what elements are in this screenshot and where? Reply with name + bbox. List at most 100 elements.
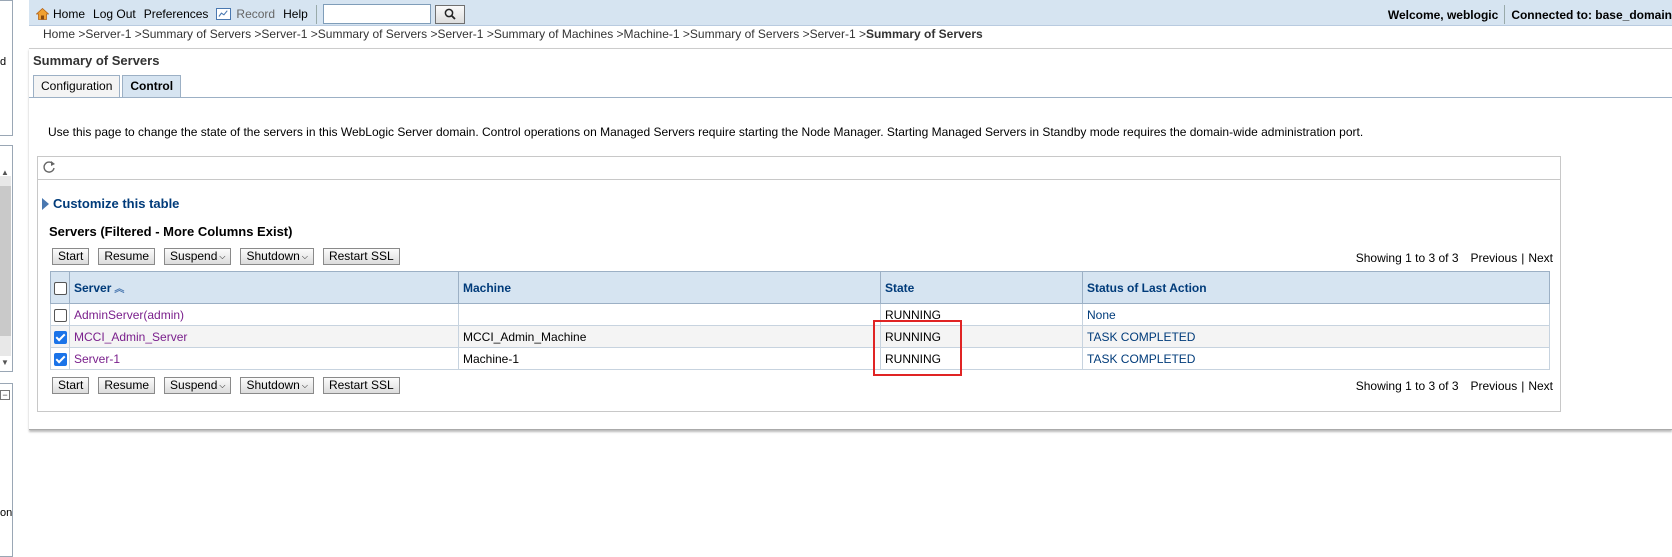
- row-checkbox[interactable]: [53, 308, 67, 322]
- previous-link[interactable]: Previous: [1471, 379, 1518, 393]
- previous-link[interactable]: Previous: [1471, 251, 1518, 265]
- servers-table: Server ︽ Machine State Status of Last Act…: [50, 271, 1550, 370]
- tab-divider: [29, 97, 1672, 98]
- suspend-button[interactable]: Suspend ⌵: [164, 248, 232, 265]
- home-link[interactable]: Home: [36, 7, 85, 21]
- select-all-cell: [50, 271, 70, 304]
- help-link[interactable]: Help: [283, 7, 308, 21]
- resume-button[interactable]: Resume: [98, 248, 156, 265]
- tab-bar: Configuration Control: [33, 75, 183, 97]
- row-checkbox[interactable]: [53, 352, 67, 366]
- action-buttons-top: Start Resume Suspend ⌵ Shutdown ⌵ Restart …: [52, 248, 409, 265]
- server-cell: AdminServer(admin): [69, 303, 459, 326]
- paging-status: Showing 1 to 3 of 3: [1355, 379, 1459, 393]
- page-description: Use this page to change the state of the…: [48, 125, 1364, 139]
- record-label: Record: [236, 7, 276, 21]
- search-input[interactable]: [322, 4, 431, 24]
- paging-top: Showing 1 to 3 of 3 Previous | Next: [1356, 251, 1553, 265]
- status-cell: TASK COMPLETED: [1082, 325, 1550, 348]
- search-icon: [444, 8, 456, 20]
- row-select-cell: [50, 303, 70, 326]
- status-cell: None: [1082, 303, 1550, 326]
- row-select-cell: [50, 325, 70, 348]
- top-toolbar: Home Log Out Preferences Record Help Wel…: [29, 0, 1672, 26]
- suspend-label: Suspend: [170, 249, 218, 263]
- welcome-separator: [1504, 5, 1506, 24]
- scrollbar-thumb[interactable]: [0, 186, 11, 336]
- status-link[interactable]: TASK COMPLETED: [1087, 352, 1195, 366]
- restart-ssl-button[interactable]: Restart SSL: [322, 248, 400, 265]
- suspend-label: Suspend: [170, 378, 218, 392]
- content-panel: Summary of Servers Configuration Control…: [29, 48, 1672, 430]
- status-cell: TASK COMPLETED: [1082, 347, 1550, 370]
- machine-cell: [458, 303, 881, 326]
- highlight-box: [873, 320, 962, 376]
- status-link[interactable]: None: [1087, 308, 1116, 322]
- server-cell: Server-1: [69, 347, 459, 370]
- breadcrumb-trail[interactable]: Home >Server-1 >Summary of Servers >Serv…: [43, 27, 866, 41]
- scrollbar[interactable]: [0, 176, 11, 356]
- machine-cell: MCCI_Admin_Machine: [458, 325, 881, 348]
- page-title: Summary of Servers: [33, 53, 160, 68]
- paging-separator: |: [1521, 251, 1525, 265]
- record-icon: [216, 8, 232, 20]
- tab-configuration[interactable]: Configuration: [33, 75, 121, 97]
- logout-link[interactable]: Log Out: [93, 7, 136, 21]
- expand-triangle-icon: [42, 197, 49, 210]
- paging-bottom: Showing 1 to 3 of 3 Previous | Next: [1356, 379, 1553, 393]
- suspend-button[interactable]: Suspend ⌵: [164, 377, 232, 394]
- start-button[interactable]: Start: [52, 377, 90, 394]
- tab-control[interactable]: Control: [122, 75, 182, 97]
- server-link[interactable]: AdminServer(admin): [74, 308, 184, 322]
- breadcrumb: Home >Server-1 >Summary of Servers >Serv…: [43, 27, 983, 41]
- status-link[interactable]: TASK COMPLETED: [1087, 330, 1195, 344]
- chevron-down-icon: ⌵: [301, 381, 308, 390]
- shutdown-label: Shutdown: [246, 378, 300, 392]
- breadcrumb-current: Summary of Servers: [865, 27, 983, 41]
- table-title: Servers (Filtered - More Columns Exist): [49, 224, 293, 239]
- column-header-state[interactable]: State: [880, 271, 1083, 304]
- home-label: Home: [53, 7, 86, 21]
- connected-text: Connected to: base_domain: [1511, 7, 1672, 22]
- servers-table-region: Customize this table Servers (Filtered -…: [37, 156, 1561, 412]
- left-panel-scroll: ▲ ▼: [0, 145, 13, 372]
- shutdown-button[interactable]: Shutdown ⌵: [240, 377, 314, 394]
- start-button[interactable]: Start: [52, 248, 90, 265]
- server-link[interactable]: MCCI_Admin_Server: [74, 330, 187, 344]
- column-header-machine[interactable]: Machine: [458, 271, 881, 304]
- shutdown-label: Shutdown: [246, 249, 300, 263]
- menu-separator: [315, 4, 317, 24]
- record-link[interactable]: Record: [216, 7, 275, 21]
- shutdown-button[interactable]: Shutdown ⌵: [240, 248, 314, 265]
- column-header-status[interactable]: Status of Last Action: [1082, 271, 1550, 304]
- resume-button[interactable]: Resume: [98, 377, 156, 394]
- sort-ascending-icon: ︽: [114, 284, 125, 295]
- customize-label: Customize this table: [53, 196, 180, 211]
- restart-ssl-button[interactable]: Restart SSL: [322, 377, 400, 394]
- server-link[interactable]: Server-1: [74, 352, 120, 366]
- collapse-icon[interactable]: −: [0, 390, 10, 400]
- customize-table-link[interactable]: Customize this table: [42, 196, 179, 211]
- action-buttons-bottom: Start Resume Suspend ⌵ Shutdown ⌵ Restart …: [52, 377, 409, 394]
- left-panel-text: d: [0, 56, 7, 68]
- column-header-server[interactable]: Server ︽: [69, 271, 459, 304]
- next-link[interactable]: Next: [1528, 379, 1553, 393]
- scroll-down-icon[interactable]: ▼: [1, 358, 9, 367]
- row-checkbox[interactable]: [53, 330, 67, 344]
- left-panel-top: d: [0, 0, 13, 136]
- preferences-link[interactable]: Preferences: [144, 7, 209, 21]
- server-cell: MCCI_Admin_Server: [69, 325, 459, 348]
- table-row: AdminServer(admin) RUNNING None: [50, 303, 1550, 326]
- chevron-down-icon: ⌵: [219, 381, 226, 390]
- paging-status: Showing 1 to 3 of 3: [1355, 251, 1459, 265]
- chevron-down-icon: ⌵: [219, 252, 226, 261]
- next-link[interactable]: Next: [1528, 251, 1553, 265]
- left-panel-text-bottom[interactable]: on: [0, 507, 12, 519]
- table-row: MCCI_Admin_Server MCCI_Admin_Machine RUN…: [50, 325, 1550, 348]
- search-button[interactable]: [434, 4, 465, 24]
- refresh-icon[interactable]: [42, 160, 56, 174]
- table-row: Server-1 Machine-1 RUNNING TASK COMPLETE…: [50, 347, 1550, 370]
- paging-separator: |: [1521, 379, 1525, 393]
- select-all-checkbox[interactable]: [53, 281, 67, 295]
- left-panel-bottom: − on: [0, 383, 13, 557]
